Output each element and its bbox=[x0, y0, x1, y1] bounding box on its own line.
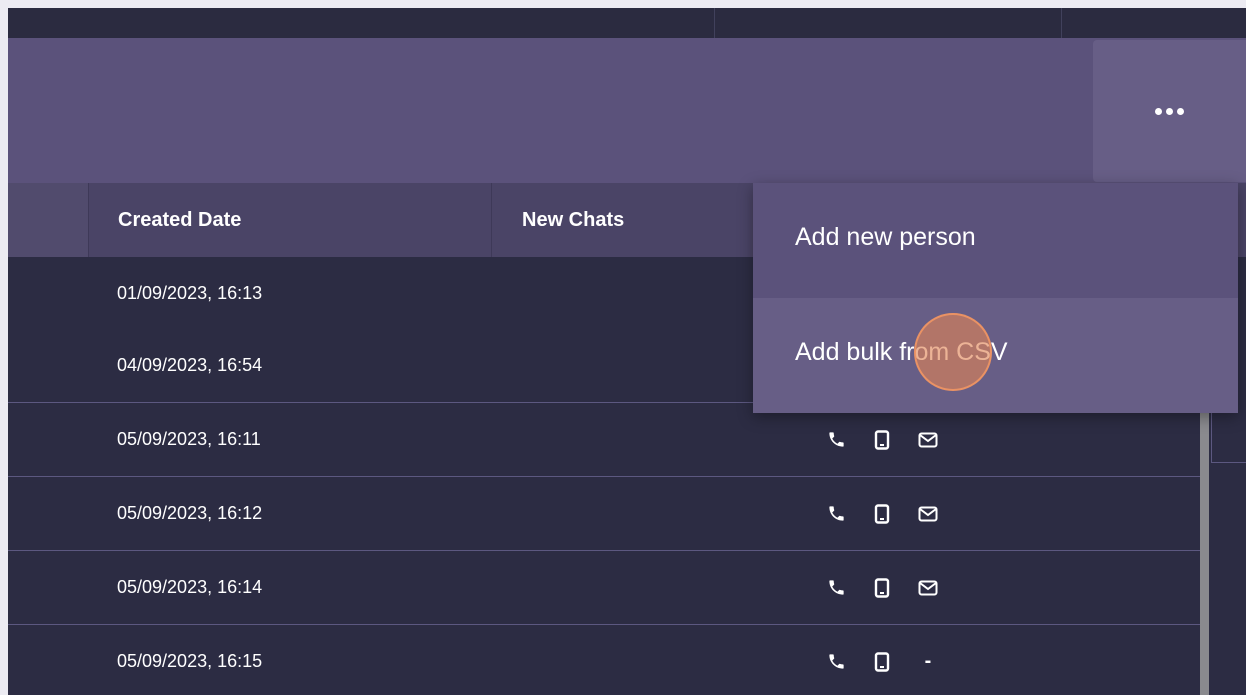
column-divider bbox=[88, 183, 89, 257]
menu-item-label: Add new person bbox=[795, 223, 976, 251]
column-header-new-chats[interactable]: New Chats bbox=[522, 183, 624, 257]
more-horizontal-icon bbox=[1166, 107, 1173, 115]
contact-icons bbox=[826, 403, 964, 476]
phone-icon[interactable] bbox=[826, 652, 846, 672]
mobile-icon[interactable] bbox=[872, 577, 892, 598]
menu-item-add-new-person[interactable]: Add new person bbox=[753, 183, 1238, 298]
column-header-created-date[interactable]: Created Date bbox=[118, 183, 241, 257]
mail-icon[interactable] bbox=[918, 504, 938, 524]
table-row[interactable]: 05/09/2023, 16:14 bbox=[8, 551, 1200, 625]
top-bar-divider bbox=[1061, 8, 1062, 38]
contact-icons bbox=[826, 477, 964, 550]
mobile-icon[interactable] bbox=[872, 429, 892, 450]
created-date-cell: 04/09/2023, 16:54 bbox=[117, 355, 263, 375]
phone-icon[interactable] bbox=[826, 578, 846, 598]
column-divider bbox=[491, 183, 492, 257]
table-row[interactable]: 05/09/2023, 16:11 bbox=[8, 403, 1200, 477]
page-header bbox=[8, 38, 1246, 183]
phone-icon[interactable] bbox=[826, 430, 846, 450]
contact-icons bbox=[826, 551, 964, 624]
menu-item-label: Add bulk from CSV bbox=[795, 338, 1008, 366]
top-bar bbox=[8, 8, 1246, 38]
top-bar-divider bbox=[714, 8, 715, 38]
mobile-icon[interactable] bbox=[872, 503, 892, 524]
table-row[interactable]: 05/09/2023, 16:12 bbox=[8, 477, 1200, 551]
created-date-cell: 05/09/2023, 16:11 bbox=[117, 429, 261, 449]
app-frame: Created Date New Chats 01/09/2023, 16:13… bbox=[8, 8, 1246, 695]
created-date-cell: 01/09/2023, 16:13 bbox=[117, 283, 263, 303]
mobile-icon[interactable] bbox=[872, 651, 892, 672]
contact-icons: - bbox=[826, 625, 938, 695]
mail-icon[interactable] bbox=[918, 578, 938, 598]
table-header-cell bbox=[8, 183, 88, 257]
table-row[interactable]: 05/09/2023, 16:15 - bbox=[8, 625, 1200, 695]
menu-item-add-bulk-from-csv[interactable]: Add bulk from CSV bbox=[753, 298, 1238, 413]
more-horizontal-icon bbox=[1177, 107, 1184, 115]
more-options-menu: Add new person Add bulk from CSV bbox=[753, 183, 1238, 413]
phone-icon[interactable] bbox=[826, 504, 846, 524]
empty-email-placeholder: - bbox=[924, 650, 932, 672]
created-date-cell: 05/09/2023, 16:12 bbox=[117, 503, 263, 523]
mail-icon[interactable] bbox=[918, 430, 938, 450]
created-date-cell: 05/09/2023, 16:15 bbox=[117, 651, 263, 671]
created-date-cell: 05/09/2023, 16:14 bbox=[117, 577, 263, 597]
more-horizontal-icon bbox=[1155, 107, 1162, 115]
more-options-button[interactable] bbox=[1093, 40, 1246, 182]
